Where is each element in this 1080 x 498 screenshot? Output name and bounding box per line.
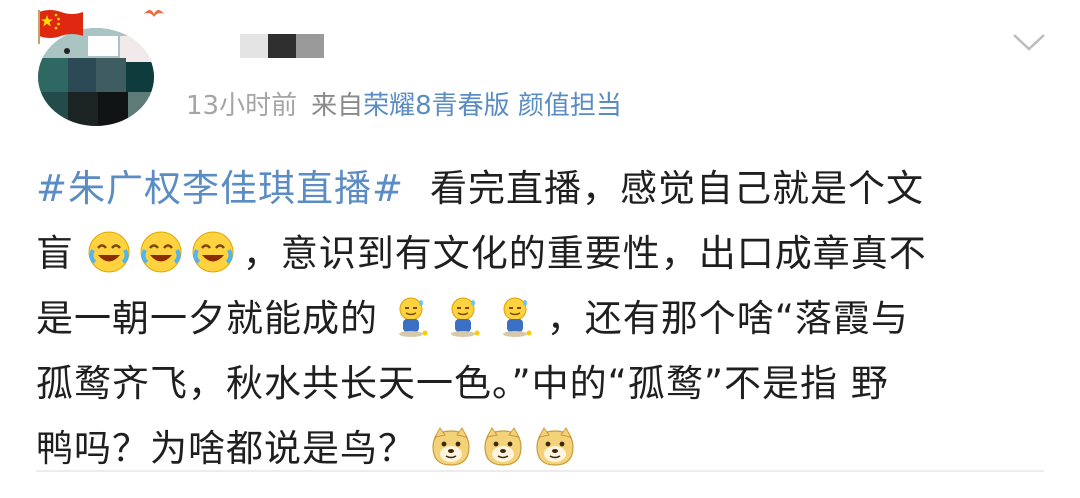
source-device-link[interactable]: 荣耀8青春版 颜值担当	[363, 91, 622, 121]
content-text: 看完直播，感觉自己就是个文	[430, 167, 925, 210]
hashtag-link[interactable]: #朱广权李佳琪直播#	[36, 167, 404, 210]
bird-icon	[144, 10, 164, 17]
laugh-cry-emoji	[191, 230, 235, 274]
avatar-area[interactable]	[30, 0, 170, 130]
content-text: ，还有那个啥“落霞与	[546, 297, 909, 340]
content-line-3: 是一朝一夕就能成的 ，还有那个啥“落霞与	[36, 286, 1046, 351]
sweat-sitting-emoji	[495, 295, 539, 339]
source-prefix: 来自	[311, 91, 364, 121]
content-text: 盲	[36, 232, 74, 275]
doge-emoji	[481, 425, 525, 469]
content-text: ，意识到有文化的重要性，出口成章真不	[242, 232, 927, 275]
doge-emoji	[533, 425, 577, 469]
doge-emoji	[429, 425, 473, 469]
username-blurred[interactable]	[240, 34, 324, 58]
content-text: 是一朝一夕就能成的	[36, 297, 378, 340]
china-flag-icon	[38, 10, 83, 44]
chevron-down-icon[interactable]	[1012, 32, 1046, 52]
post-time: 13小时前	[186, 91, 298, 121]
divider	[36, 470, 1044, 472]
laugh-cry-emoji	[87, 230, 131, 274]
post-meta: 13小时前 来自荣耀8青春版 颜值担当	[186, 86, 622, 126]
sweat-sitting-emoji	[391, 295, 435, 339]
post-content: #朱广权李佳琪直播# 看完直播，感觉自己就是个文 盲 ，意识到有文化的重要性，出口…	[36, 156, 1046, 481]
content-line-4: 孤鹜齐飞，秋水共长天一色。”中的“孤鹜”不是指 野	[36, 351, 1046, 416]
content-line-1: #朱广权李佳琪直播# 看完直播，感觉自己就是个文	[36, 156, 1046, 221]
content-line-2: 盲 ，意识到有文化的重要性，出口成章真不	[36, 221, 1046, 286]
laugh-cry-emoji	[139, 230, 183, 274]
content-text: 孤鹜齐飞，秋水共长天一色。”中的“孤鹜”不是指 野	[36, 362, 889, 405]
content-text: 鸭吗？为啥都说是鸟？	[36, 427, 416, 470]
sweat-sitting-emoji	[443, 295, 487, 339]
